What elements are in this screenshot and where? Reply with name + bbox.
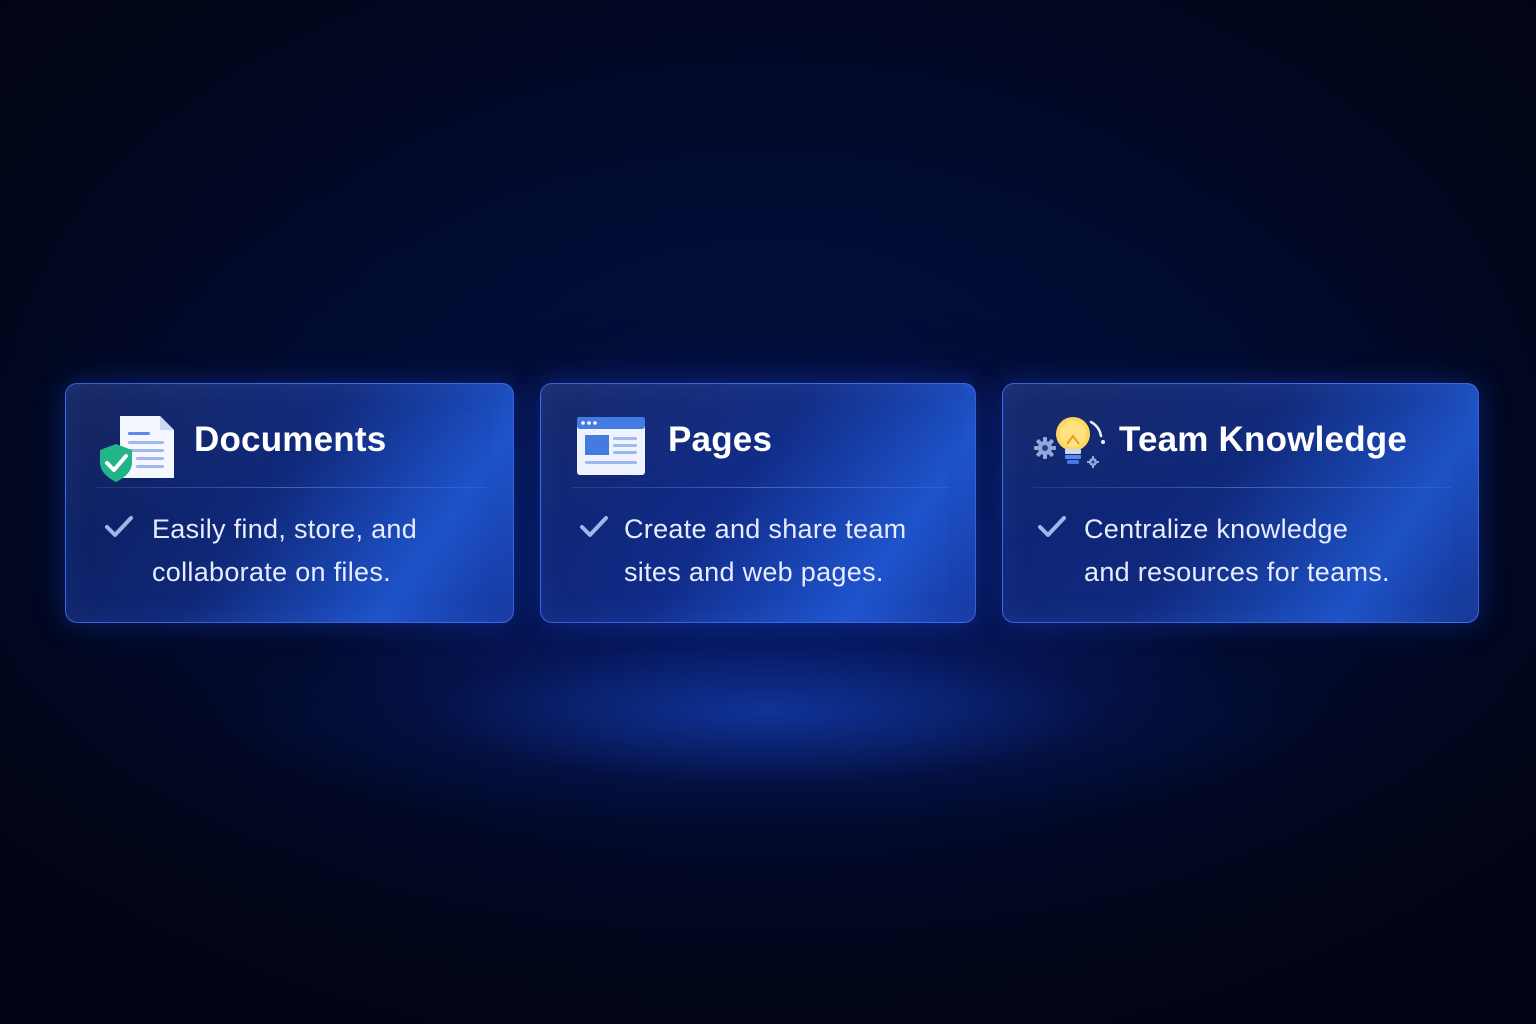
checkmark-icon (580, 516, 608, 537)
card-title: Documents (194, 420, 387, 459)
pages-card[interactable]: Pages Create and share team sites and we… (540, 383, 976, 623)
checkmark-icon (1038, 516, 1066, 537)
description-line: and resources for teams. (1084, 557, 1390, 587)
document-shield-icon (100, 416, 174, 482)
lightbulb-gears-icon (1034, 417, 1105, 468)
description-line: collaborate on files. (152, 557, 391, 587)
team-knowledge-card[interactable]: Team Knowledge Centralize knowledge and … (1002, 383, 1479, 623)
card-description: Easily find, store, and collaborate on f… (152, 508, 417, 594)
divider (571, 487, 949, 488)
card-title: Team Knowledge (1119, 420, 1408, 459)
description-line: Create and share team (624, 514, 907, 544)
documents-card[interactable]: Documents Easily find, store, and collab… (65, 383, 514, 623)
description-line: sites and web pages. (624, 557, 884, 587)
card-title: Pages (668, 420, 773, 459)
card-description: Centralize knowledge and resources for t… (1084, 508, 1390, 594)
description-line: Easily find, store, and (152, 514, 418, 544)
card-description: Create and share team sites and web page… (624, 508, 906, 594)
web-page-icon (577, 417, 645, 475)
description-line: Centralize knowledge (1084, 514, 1349, 544)
divider (96, 487, 487, 488)
checkmark-icon (105, 516, 133, 537)
divider (1033, 487, 1452, 488)
